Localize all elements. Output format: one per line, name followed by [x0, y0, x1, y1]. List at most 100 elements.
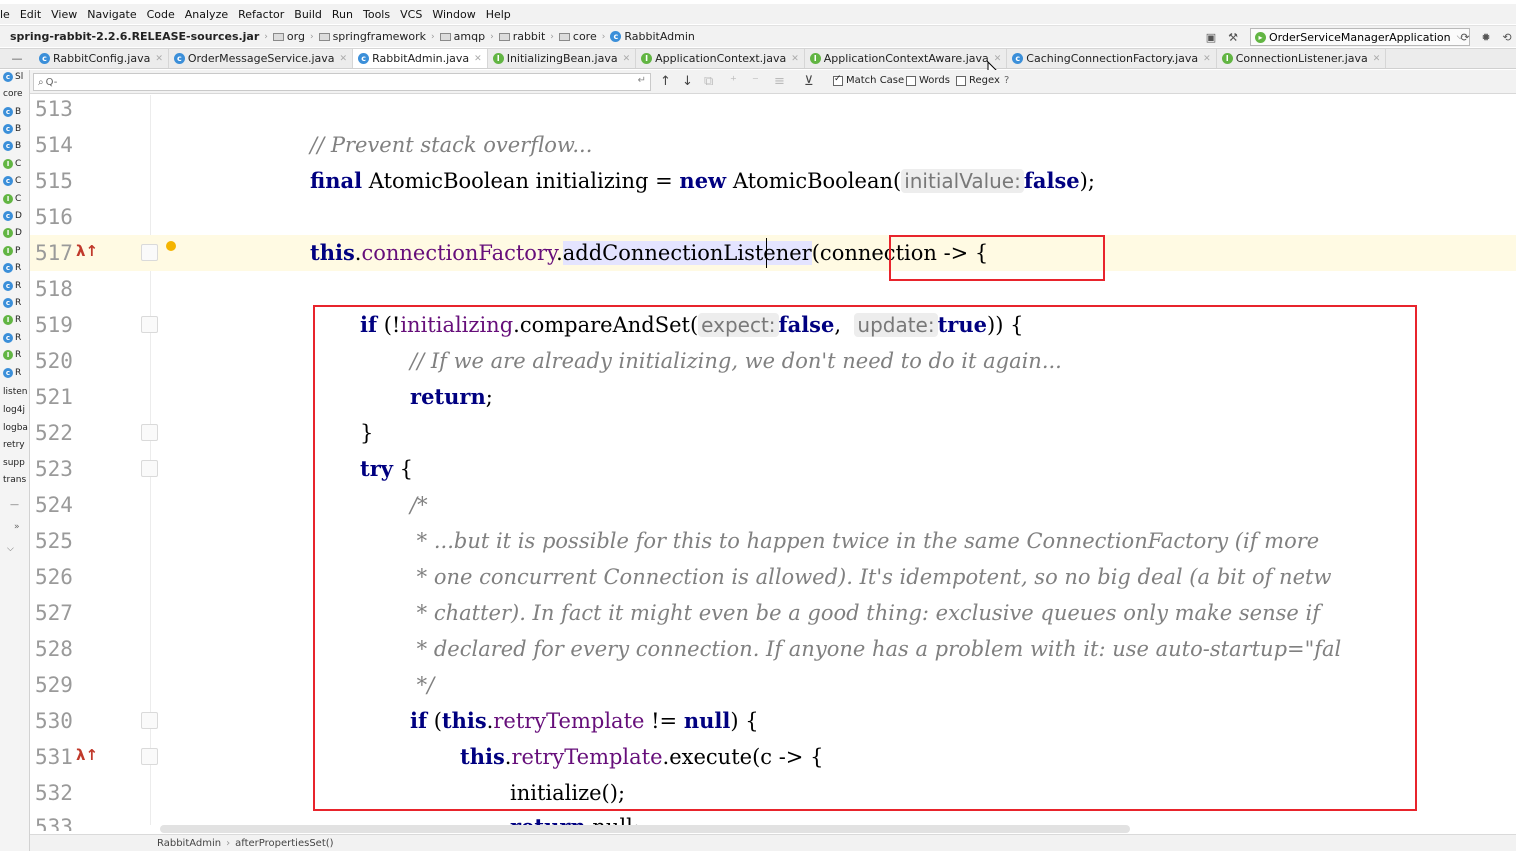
- project-folder[interactable]: listen: [3, 387, 27, 397]
- project-item[interactable]: cR: [3, 333, 21, 343]
- menu-window[interactable]: Window: [427, 8, 480, 21]
- words-checkbox[interactable]: Words: [906, 75, 950, 86]
- close-icon[interactable]: ✕: [340, 54, 348, 64]
- project-item[interactable]: cB: [3, 141, 21, 151]
- project-item[interactable]: IP: [3, 246, 20, 256]
- minimize-icon[interactable]: —: [10, 500, 19, 510]
- menu-refactor[interactable]: Refactor: [233, 8, 289, 21]
- menu-view[interactable]: View: [46, 8, 82, 21]
- class-icon: c: [39, 53, 50, 64]
- add-occurrence-icon[interactable]: ⁺: [730, 74, 737, 89]
- close-icon[interactable]: ✕: [791, 54, 799, 64]
- match-case-checkbox[interactable]: Match Case: [833, 74, 904, 86]
- filter-icon[interactable]: ⊻: [804, 74, 814, 89]
- project-item[interactable]: core: [3, 89, 23, 99]
- regex-checkbox[interactable]: Regex: [956, 75, 1000, 86]
- tab-applicationcontext[interactable]: I ApplicationContext.java ✕: [636, 49, 805, 68]
- breadcrumb-rabbitadmin[interactable]: c RabbitAdmin: [606, 30, 699, 43]
- lambda-marker-icon[interactable]: λ↑: [76, 737, 98, 773]
- project-item[interactable]: ID: [3, 228, 22, 238]
- tab-connectionlistener[interactable]: I ConnectionListener.java ✕: [1217, 49, 1387, 68]
- rerun-icon[interactable]: ⟳: [1458, 30, 1472, 44]
- project-item[interactable]: cD: [3, 211, 22, 221]
- project-item[interactable]: cR: [3, 263, 21, 273]
- layout-icon[interactable]: ▣: [1204, 30, 1218, 44]
- project-item[interactable]: cR: [3, 281, 21, 291]
- close-icon[interactable]: ✕: [623, 54, 631, 64]
- project-item[interactable]: cB: [3, 107, 21, 117]
- breadcrumb-amqp[interactable]: amqp: [436, 30, 489, 43]
- close-icon[interactable]: ✕: [1373, 54, 1381, 64]
- menu-navigate[interactable]: Navigate: [82, 8, 141, 21]
- regex-help-link[interactable]: ?: [1004, 75, 1009, 86]
- project-folder[interactable]: retry: [3, 440, 25, 450]
- menu-vcs[interactable]: VCS: [395, 8, 427, 21]
- breadcrumb-springframework[interactable]: springframework: [315, 30, 430, 43]
- close-icon[interactable]: ✕: [155, 54, 163, 64]
- tab-cachingconnectionfactory[interactable]: c CachingConnectionFactory.java ✕: [1007, 49, 1217, 68]
- project-folder[interactable]: supp: [3, 458, 25, 468]
- project-item[interactable]: IR: [3, 315, 21, 325]
- tab-applicationcontextaware[interactable]: I ApplicationContextAware.java ✕: [805, 49, 1008, 68]
- project-item[interactable]: cR: [3, 298, 21, 308]
- chevron-down-icon[interactable]: ⌵: [7, 544, 14, 554]
- breadcrumb-core[interactable]: core: [555, 30, 601, 43]
- run-configuration-select[interactable]: ▸ OrderServiceManagerApplication ⌵: [1250, 28, 1471, 46]
- run-config-icon: ▸: [1255, 31, 1266, 43]
- breadcrumb-rabbit[interactable]: rabbit: [495, 30, 550, 43]
- more-icon[interactable]: »: [14, 522, 20, 532]
- menu-build[interactable]: Build: [289, 8, 327, 21]
- next-occurrence-icon[interactable]: ↓: [682, 74, 693, 89]
- text-caret: [766, 238, 767, 268]
- select-all-occurrences-icon[interactable]: ≡: [774, 74, 785, 89]
- fold-marker-icon[interactable]: [141, 424, 158, 441]
- project-item[interactable]: cR: [3, 368, 21, 378]
- remove-occurrence-icon[interactable]: ⁻: [752, 74, 759, 89]
- horizontal-scrollbar[interactable]: [160, 825, 1130, 833]
- tab-rabbitadmin[interactable]: c RabbitAdmin.java ✕: [353, 49, 488, 68]
- debug-icon[interactable]: ✹: [1479, 30, 1493, 44]
- breadcrumb-jar[interactable]: spring-rabbit-2.2.6.RELEASE-sources.jar: [0, 30, 263, 43]
- menu-code[interactable]: Code: [142, 8, 180, 21]
- project-folder[interactable]: log4j: [3, 405, 25, 415]
- update-icon[interactable]: ⟲: [1500, 30, 1514, 44]
- fold-marker-icon[interactable]: [141, 712, 158, 729]
- menu-edit[interactable]: Edit: [15, 8, 46, 21]
- class-icon: c: [3, 281, 13, 291]
- tab-ordermessageservice[interactable]: c OrderMessageService.java ✕: [169, 49, 354, 68]
- intention-bulb-icon[interactable]: [166, 241, 176, 251]
- project-item[interactable]: IR: [3, 350, 21, 360]
- menu-analyze[interactable]: Analyze: [180, 8, 233, 21]
- project-item[interactable]: cC: [3, 176, 21, 186]
- menu-file[interactable]: le: [0, 8, 15, 21]
- project-item[interactable]: IC: [3, 159, 21, 169]
- menu-run[interactable]: Run: [327, 8, 358, 21]
- tab-initializingbean[interactable]: I InitializingBean.java ✕: [488, 49, 637, 68]
- close-icon[interactable]: ✕: [474, 54, 482, 64]
- breadcrumb-class[interactable]: RabbitAdmin: [157, 838, 221, 849]
- collapse-icon[interactable]: —: [0, 49, 34, 68]
- breadcrumb-org[interactable]: org: [269, 30, 309, 43]
- project-folder[interactable]: trans: [3, 475, 26, 485]
- close-icon[interactable]: ✕: [1203, 54, 1211, 64]
- interface-icon: I: [1221, 53, 1233, 64]
- fold-marker-icon[interactable]: [141, 748, 158, 765]
- menu-help[interactable]: Help: [481, 8, 516, 21]
- select-all-icon[interactable]: ⧉: [704, 74, 713, 89]
- breadcrumb-method[interactable]: afterPropertiesSet(): [235, 838, 333, 849]
- project-item[interactable]: c Sl: [3, 72, 23, 82]
- project-item[interactable]: cB: [3, 124, 21, 134]
- lambda-marker-icon[interactable]: λ↑: [76, 233, 98, 269]
- project-item[interactable]: IC: [3, 194, 21, 204]
- fold-marker-icon[interactable]: [141, 460, 158, 477]
- previous-occurrence-icon[interactable]: ↑: [660, 74, 671, 89]
- project-folder[interactable]: logba: [3, 423, 28, 433]
- hammer-icon[interactable]: ⚒: [1226, 30, 1240, 44]
- search-input[interactable]: ⌕ Q- ↵: [33, 73, 651, 91]
- history-icon[interactable]: ↵: [638, 75, 646, 86]
- line-number: 518: [35, 277, 73, 301]
- fold-marker-icon[interactable]: [141, 316, 158, 333]
- fold-marker-icon[interactable]: [141, 244, 158, 261]
- tab-rabbitconfig[interactable]: c RabbitConfig.java ✕: [34, 49, 169, 68]
- menu-tools[interactable]: Tools: [358, 8, 395, 21]
